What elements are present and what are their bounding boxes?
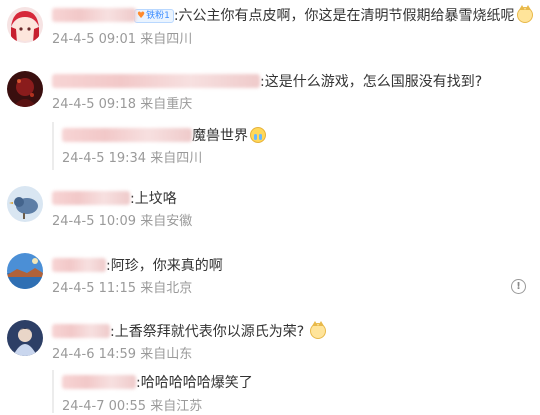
- comment-text-line: :上香祭拜就代表你以源氏为荣?: [52, 321, 327, 341]
- comment-text-line: ♥铁粉1:六公主你有点皮啊，你这是在清明节假期给暴雪烧纸呢: [52, 5, 533, 25]
- crying-face-emoji-icon: [250, 127, 266, 143]
- reply-date: 24-4-5 19:34: [62, 151, 147, 166]
- comment-location: 来自安徽: [140, 214, 193, 229]
- comment-text: :上香祭拜就代表你以源氏为荣?: [110, 324, 305, 340]
- comment-meta: 24-4-5 11:15 来自北京: [52, 281, 192, 297]
- avatar[interactable]: [7, 7, 43, 43]
- avatar[interactable]: [7, 186, 43, 222]
- avatar-character-image: [7, 320, 43, 356]
- reply-divider: [52, 370, 54, 413]
- comment-text: :这是什么游戏，怎么国服没有找到?: [260, 74, 483, 90]
- username-blurred[interactable]: [52, 8, 136, 22]
- comment-date: 24-4-5 10:09: [52, 214, 137, 229]
- reply-date: 24-4-7 00:55: [62, 399, 147, 414]
- comment-date: 24-4-6 14:59: [52, 347, 137, 362]
- cat-face-emoji-icon: [516, 5, 533, 23]
- reply-location: 来自四川: [150, 151, 203, 166]
- reply-username-blurred[interactable]: [62, 128, 192, 142]
- avatar[interactable]: [7, 320, 43, 356]
- username-blurred[interactable]: [52, 191, 130, 205]
- username-blurred[interactable]: [52, 258, 106, 272]
- comment-text-line: :阿珍，你来真的啊: [52, 257, 223, 275]
- reply-meta: 24-4-5 19:34 来自四川: [62, 151, 202, 167]
- reply-text-line: :哈哈哈哈哈爆笑了: [62, 374, 253, 392]
- avatar[interactable]: [7, 253, 43, 289]
- comment-location: 来自山东: [140, 347, 193, 362]
- fan-badge[interactable]: ♥铁粉1: [134, 9, 174, 23]
- username-blurred[interactable]: [52, 324, 110, 338]
- reply-divider: [52, 122, 54, 170]
- reply-text: :哈哈哈哈哈爆笑了: [136, 375, 253, 391]
- reply-text-line: 魔兽世界: [62, 127, 266, 145]
- avatar-bird-image: [7, 186, 43, 222]
- comment-text: :阿珍，你来真的啊: [106, 258, 223, 274]
- comment-date: 24-4-5 09:01: [52, 32, 137, 47]
- info-icon[interactable]: !: [511, 279, 526, 294]
- comment-meta: 24-4-5 09:01 来自四川: [52, 32, 192, 48]
- comment-text: :上坟咯: [130, 191, 177, 207]
- comment-meta: 24-4-5 10:09 来自安徽: [52, 214, 192, 230]
- avatar[interactable]: [7, 71, 43, 107]
- comment-text-line: :上坟咯: [52, 190, 177, 208]
- reply-text: 魔兽世界: [192, 128, 248, 144]
- reply-username-blurred[interactable]: [62, 375, 136, 389]
- comment-meta: 24-4-5 09:18 来自重庆: [52, 97, 192, 113]
- reply-location: 来自江苏: [150, 399, 203, 414]
- username-blurred[interactable]: [52, 74, 260, 88]
- comment-location: 来自北京: [140, 281, 193, 296]
- cat-face-emoji-icon: [310, 321, 327, 339]
- heart-icon: ♥: [137, 11, 146, 21]
- comment-meta: 24-4-6 14:59 来自山东: [52, 347, 192, 363]
- comment-location: 来自四川: [140, 32, 193, 47]
- comment-text: :六公主你有点皮啊，你这是在清明节假期给暴雪烧纸呢: [173, 8, 515, 24]
- avatar-landscape-image: [7, 253, 43, 289]
- comment-text-line: :这是什么游戏，怎么国服没有找到?: [52, 73, 482, 91]
- comment-date: 24-4-5 09:18: [52, 97, 137, 112]
- avatar-anime-girl-image: [7, 7, 43, 43]
- comment-location: 来自重庆: [140, 97, 193, 112]
- comment-date: 24-4-5 11:15: [52, 281, 137, 296]
- avatar-dark-red-image: [7, 71, 43, 107]
